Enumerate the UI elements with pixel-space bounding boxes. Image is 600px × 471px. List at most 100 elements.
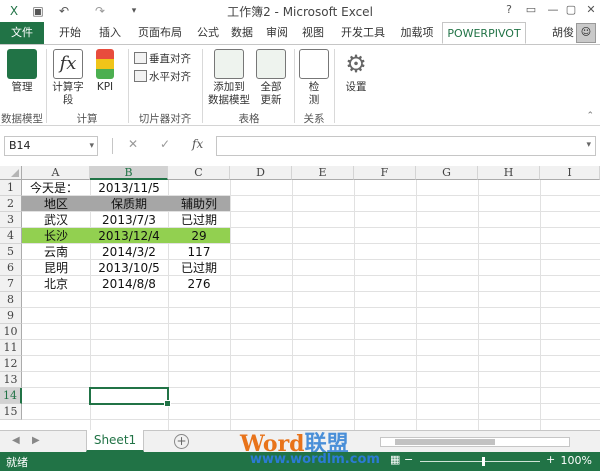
cell-c3[interactable]: 已过期 [168, 212, 230, 228]
manage-button[interactable]: 管理 [4, 49, 40, 94]
cell-c2[interactable]: 辅助列 [168, 196, 230, 212]
cancel-icon[interactable]: ✕ [128, 137, 138, 151]
tab-file[interactable]: 文件 [0, 22, 44, 44]
vertical-align-button[interactable]: 垂直对齐 [134, 51, 191, 67]
refresh-all-button[interactable]: 全部 更新 [254, 49, 288, 107]
cell-a1[interactable]: 今天是： [30, 180, 90, 196]
row-header[interactable]: 7 [0, 276, 22, 292]
cell-a5[interactable]: 云南 [22, 244, 90, 260]
row-header[interactable]: 13 [0, 372, 22, 388]
cell-a3[interactable]: 武汉 [22, 212, 90, 228]
detect-button[interactable]: 检 测 [298, 49, 330, 107]
tab-developer[interactable]: 开发工具 [334, 22, 392, 44]
row-header[interactable]: 12 [0, 356, 22, 372]
row-header[interactable]: 2 [0, 196, 22, 212]
cell-a4[interactable]: 长沙 [22, 228, 90, 244]
row-header[interactable]: 10 [0, 324, 22, 340]
cell-b2[interactable]: 保质期 [90, 196, 168, 212]
cell-b5[interactable]: 2014/3/2 [90, 244, 168, 260]
cell-b6[interactable]: 2013/10/5 [90, 260, 168, 276]
cell-c7[interactable]: 276 [168, 276, 230, 292]
column-header-h[interactable]: H [478, 166, 540, 180]
row-header[interactable]: 6 [0, 260, 22, 276]
close-button[interactable]: ✕ [582, 2, 600, 18]
add-to-data-model-button[interactable]: 添加到 数据模型 [206, 49, 252, 107]
cell-c5[interactable]: 117 [168, 244, 230, 260]
chevron-down-icon[interactable]: ▾ [89, 137, 94, 155]
zoom-slider-knob[interactable] [482, 457, 485, 466]
cell-c6[interactable]: 已过期 [168, 260, 230, 276]
tab-powerpivot[interactable]: POWERPIVOT [442, 22, 526, 44]
scrollbar-thumb[interactable] [395, 439, 495, 445]
normal-view-icon[interactable]: ▦ [390, 453, 400, 466]
cell-b1[interactable]: 2013/11/5 [90, 180, 168, 196]
cell-c4[interactable]: 29 [168, 228, 230, 244]
name-box[interactable]: B14 ▾ [4, 136, 98, 156]
formula-input[interactable]: ▾ [216, 136, 596, 156]
sheet-tab-sheet1[interactable]: Sheet1 [86, 430, 144, 452]
add-sheet-icon[interactable]: + [174, 434, 189, 449]
active-cell-b14[interactable] [89, 387, 171, 407]
column-header-c[interactable]: C [168, 166, 230, 180]
detect-label-1: 检 [308, 81, 320, 93]
tab-page-layout[interactable]: 页面布局 [130, 22, 190, 44]
cell-b7[interactable]: 2014/8/8 [90, 276, 168, 292]
column-header-g[interactable]: G [416, 166, 478, 180]
column-header-e[interactable]: E [292, 166, 354, 180]
tab-data[interactable]: 数据 [226, 22, 258, 44]
tab-home[interactable]: 开始 [50, 22, 90, 44]
tab-review[interactable]: 审阅 [260, 22, 294, 44]
calculated-field-button[interactable]: fx 计算字 段 [50, 49, 86, 107]
column-header-d[interactable]: D [230, 166, 292, 180]
column-header-b[interactable]: B [90, 166, 168, 180]
row-header[interactable]: 8 [0, 292, 22, 308]
column-header-f[interactable]: F [354, 166, 416, 180]
restore-button[interactable]: ▢ [562, 2, 580, 18]
insert-function-icon[interactable]: fx [192, 137, 203, 151]
row-header[interactable]: 14 [0, 388, 22, 404]
row-header[interactable]: 5 [0, 244, 22, 260]
add-table-icon [214, 49, 244, 79]
cell-a6[interactable]: 昆明 [22, 260, 90, 276]
select-all-corner[interactable] [0, 166, 22, 180]
group-label-calc: 计算 [76, 113, 98, 125]
expand-formula-icon[interactable]: ▾ [586, 140, 591, 150]
column-header-a[interactable]: A [22, 166, 90, 180]
horizontal-scrollbar[interactable] [380, 437, 570, 447]
row-header[interactable]: 4 [0, 228, 22, 244]
row-header[interactable]: 3 [0, 212, 22, 228]
cell-b4[interactable]: 2013/12/4 [90, 228, 168, 244]
row-header[interactable]: 11 [0, 340, 22, 356]
kpi-button[interactable]: KPI [90, 49, 120, 94]
detect-label-2: 测 [308, 94, 320, 106]
tab-addins[interactable]: 加载项 [394, 22, 440, 44]
tab-formulas[interactable]: 公式 [192, 22, 224, 44]
minimize-button[interactable]: — [544, 2, 562, 18]
ribbon-display-icon[interactable]: ▭ [522, 2, 540, 18]
horizontal-align-button[interactable]: 水平对齐 [134, 69, 191, 85]
user-name[interactable]: 胡俊 [552, 22, 574, 44]
prev-sheet-icon[interactable]: ◀ [12, 435, 20, 446]
collapse-ribbon-icon[interactable]: ⌃ [586, 111, 594, 121]
zoom-slider[interactable] [420, 457, 540, 466]
next-sheet-icon[interactable]: ▶ [32, 435, 40, 446]
cell-a7[interactable]: 北京 [22, 276, 90, 292]
avatar[interactable]: ☺ [576, 23, 596, 43]
gear-icon: ⚙ [345, 50, 367, 78]
settings-button[interactable]: ⚙ 设置 [340, 49, 372, 94]
tab-view[interactable]: 视图 [296, 22, 330, 44]
zoom-in-icon[interactable]: + [546, 453, 555, 466]
column-header-i[interactable]: I [540, 166, 600, 180]
cell-b3[interactable]: 2013/7/3 [90, 212, 168, 228]
gridline [22, 339, 600, 340]
enter-icon[interactable]: ✓ [160, 137, 170, 151]
zoom-level[interactable]: 100% [561, 454, 592, 467]
worksheet-grid[interactable]: A B C D E F G H I 1 2 3 4 5 6 7 8 9 10 1… [0, 166, 600, 430]
row-header[interactable]: 1 [0, 180, 22, 196]
tab-insert[interactable]: 插入 [92, 22, 128, 44]
row-header[interactable]: 15 [0, 404, 22, 420]
help-icon[interactable]: ? [500, 2, 518, 18]
cell-a2[interactable]: 地区 [22, 196, 90, 212]
zoom-out-icon[interactable]: − [404, 453, 413, 466]
row-header[interactable]: 9 [0, 308, 22, 324]
